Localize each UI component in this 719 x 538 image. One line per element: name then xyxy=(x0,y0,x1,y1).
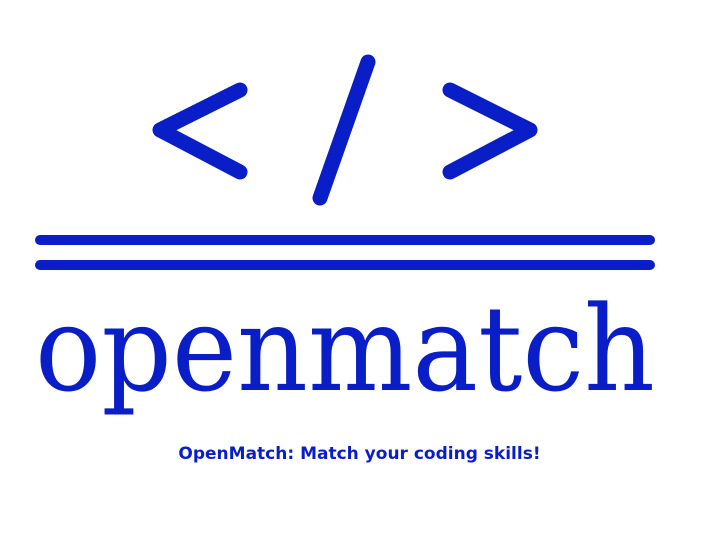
greater-than-icon xyxy=(442,82,538,180)
slash-icon xyxy=(312,54,376,206)
tagline: OpenMatch: Match your coding skills! xyxy=(178,444,541,464)
wordmark: openmatch xyxy=(35,280,655,418)
code-brackets-icon xyxy=(152,54,538,206)
less-than-icon xyxy=(152,82,248,180)
